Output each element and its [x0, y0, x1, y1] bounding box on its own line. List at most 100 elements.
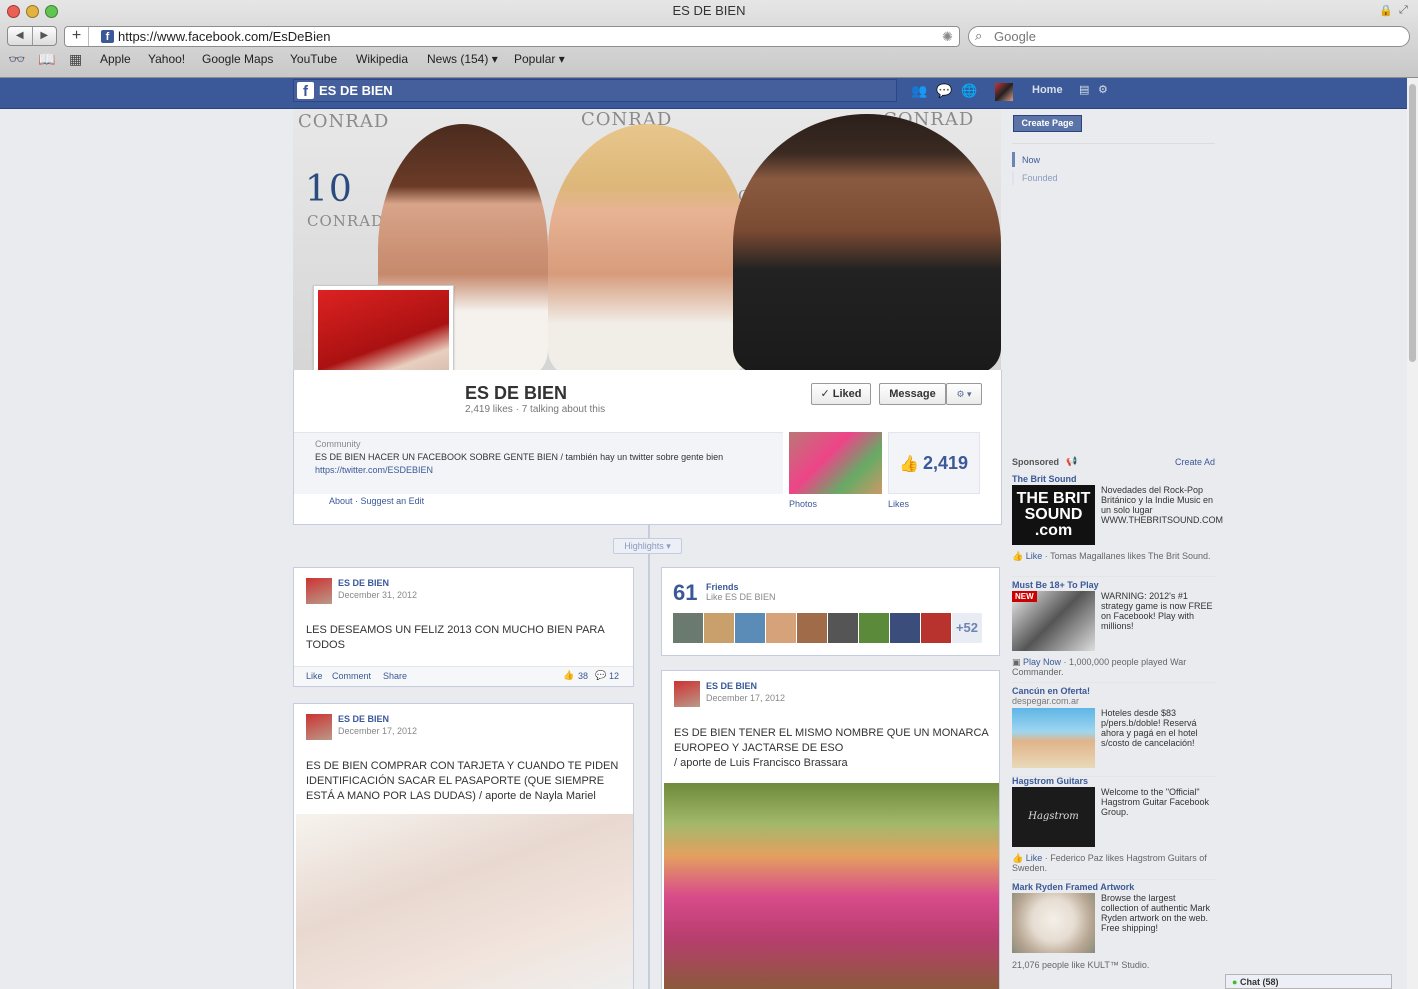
page-options-gear-button[interactable]: ⚙ ▾ [946, 383, 982, 405]
friend-thumbnail[interactable] [735, 613, 765, 643]
post-avatar[interactable] [674, 681, 700, 707]
home-link[interactable]: Home [1032, 84, 1063, 96]
top-sites-grid-icon[interactable]: ▦ [69, 51, 82, 68]
ad-image[interactable] [1012, 708, 1095, 768]
ad-image[interactable]: Hagstrom [1012, 787, 1095, 847]
post-date[interactable]: December 31, 2012 [338, 590, 417, 600]
bookmark-wikipedia[interactable]: Wikipedia [356, 52, 408, 66]
photos-link[interactable]: Photos [789, 499, 817, 509]
friends-label[interactable]: Friends [706, 582, 739, 592]
ad-play-now-link[interactable]: Play Now [1023, 657, 1061, 667]
friend-thumbnail[interactable] [797, 613, 827, 643]
more-friends-button[interactable]: +52 [952, 613, 982, 643]
friend-thumbnail[interactable] [766, 613, 796, 643]
scrollbar-thumb[interactable] [1409, 84, 1416, 362]
facebook-search-text[interactable]: ES DE BIEN [319, 83, 393, 98]
create-ad-link[interactable]: Create Ad [1175, 457, 1215, 467]
post-date[interactable]: December 17, 2012 [338, 726, 417, 736]
page-title[interactable]: ES DE BIEN [465, 383, 567, 404]
photos-thumbnail[interactable] [789, 432, 882, 494]
friend-requests-icon[interactable]: 👥 [911, 83, 927, 99]
post-comments-count[interactable]: 12 [609, 671, 619, 681]
friend-thumbnail[interactable] [828, 613, 858, 643]
bookmark-apple[interactable]: Apple [100, 52, 131, 66]
ad-like-link[interactable]: Like [1026, 853, 1043, 863]
ad-image[interactable] [1012, 893, 1095, 953]
message-button[interactable]: Message [879, 383, 946, 405]
post-avatar[interactable] [306, 714, 332, 740]
ad-image[interactable]: THE BRIT SOUND .com [1012, 485, 1095, 545]
royal-family-photo[interactable] [664, 783, 999, 989]
friend-thumbnail[interactable] [673, 613, 703, 643]
ad-unit[interactable]: Cancún en Oferta! despegar.com.ar Hotele… [1012, 686, 1215, 777]
zoom-window-button[interactable] [45, 5, 58, 18]
back-icon[interactable]: ◀ [8, 27, 33, 45]
bookmark-news[interactable]: News (154) ▾ [427, 52, 498, 66]
bookmark-popular[interactable]: Popular ▾ [514, 52, 565, 66]
suggest-edit-link[interactable]: Suggest an Edit [361, 496, 425, 506]
ad-unit[interactable]: Mark Ryden Framed Artwork Browse the lar… [1012, 882, 1215, 972]
add-bookmark-icon[interactable]: + [65, 27, 89, 46]
messages-icon[interactable]: 💬 [936, 83, 952, 99]
ad-image[interactable]: NEW [1012, 591, 1095, 651]
post-avatar[interactable] [306, 578, 332, 604]
timeline-spine [648, 525, 650, 989]
scrollbar[interactable] [1407, 78, 1418, 989]
close-window-button[interactable] [7, 5, 20, 18]
post-likes-count[interactable]: 38 [578, 671, 588, 681]
ad-like-link[interactable]: Like [1026, 551, 1043, 561]
user-avatar[interactable] [995, 83, 1013, 101]
highlights-dropdown[interactable]: Highlights ▾ [613, 538, 682, 554]
ad-title[interactable]: Mark Ryden Framed Artwork [1012, 882, 1134, 892]
ad-unit[interactable]: Hagstrom Guitars Hagstrom Welcome to the… [1012, 776, 1215, 880]
liked-button[interactable]: ✓ Liked [811, 383, 871, 405]
likes-link[interactable]: Likes [888, 499, 909, 509]
passport-photo[interactable] [296, 814, 633, 989]
settings-gear-icon[interactable]: ⚙ [1098, 83, 1108, 96]
ad-unit[interactable]: The Brit Sound THE BRIT SOUND .com Noved… [1012, 474, 1223, 577]
ad-title[interactable]: The Brit Sound [1012, 474, 1077, 484]
chat-bar[interactable]: ● Chat (58) [1225, 974, 1392, 989]
post-author[interactable]: ES DE BIEN [706, 681, 757, 691]
likes-box[interactable]: 👍 2,419 [888, 432, 980, 494]
facebook-logo-icon[interactable]: f [297, 82, 314, 100]
like-link[interactable]: Like [306, 671, 323, 681]
about-box[interactable]: Community ES DE BIEN HACER UN FACEBOOK S… [294, 432, 783, 494]
ad-title[interactable]: Must Be 18+ To Play [1012, 580, 1099, 590]
friend-thumbnail[interactable] [704, 613, 734, 643]
fullscreen-icon[interactable]: ⤢ [1399, 4, 1408, 17]
ad-title[interactable]: Hagstrom Guitars [1012, 776, 1088, 786]
notifications-globe-icon[interactable]: 🌐 [961, 83, 977, 99]
account-icon[interactable]: ▤ [1079, 83, 1089, 96]
ad-title[interactable]: Cancún en Oferta! [1012, 686, 1090, 696]
page-stats: 2,419 likes · 7 talking about this [465, 404, 606, 415]
comment-link[interactable]: Comment [332, 671, 371, 681]
browser-chrome: ES DE BIEN 🔒 ⤢ ◀ ▶ + f https://www.facebo… [0, 0, 1418, 78]
timeline-nav-now[interactable]: Now [1022, 155, 1040, 165]
minimize-window-button[interactable] [26, 5, 39, 18]
facebook-search-input[interactable]: f ES DE BIEN [293, 79, 897, 102]
bookmark-yahoo[interactable]: Yahoo! [148, 52, 185, 66]
timeline-nav-founded[interactable]: Founded [1022, 173, 1058, 183]
friends-box[interactable]: 61 Friends Like ES DE BIEN +52 [661, 567, 1000, 656]
post-author[interactable]: ES DE BIEN [338, 578, 389, 588]
friend-thumbnail[interactable] [921, 613, 951, 643]
post-author[interactable]: ES DE BIEN [338, 714, 389, 724]
bookmark-google-maps[interactable]: Google Maps [202, 52, 273, 66]
search-input[interactable]: ⌕ Google [968, 26, 1410, 47]
friend-thumbnail[interactable] [859, 613, 889, 643]
about-link[interactable]: About [329, 496, 353, 506]
share-link[interactable]: Share [383, 671, 407, 681]
twitter-link[interactable]: https://twitter.com/ESDEBIEN [315, 465, 433, 475]
bookmark-youtube[interactable]: YouTube [290, 52, 337, 66]
bookmarks-book-icon[interactable]: 📖 [38, 51, 55, 68]
post-date[interactable]: December 17, 2012 [706, 693, 785, 703]
forward-icon[interactable]: ▶ [33, 27, 57, 45]
friend-thumbnail[interactable] [890, 613, 920, 643]
back-forward-buttons[interactable]: ◀ ▶ [7, 26, 57, 46]
url-text[interactable]: https://www.facebook.com/EsDeBien [118, 29, 330, 44]
create-page-button[interactable]: Create Page [1013, 115, 1082, 132]
ad-unit[interactable]: Must Be 18+ To Play NEW WARNING: 2012's … [1012, 580, 1215, 683]
reading-list-icon[interactable]: 👓 [8, 51, 25, 68]
address-bar[interactable]: + f https://www.facebook.com/EsDeBien ✺ [64, 26, 960, 47]
